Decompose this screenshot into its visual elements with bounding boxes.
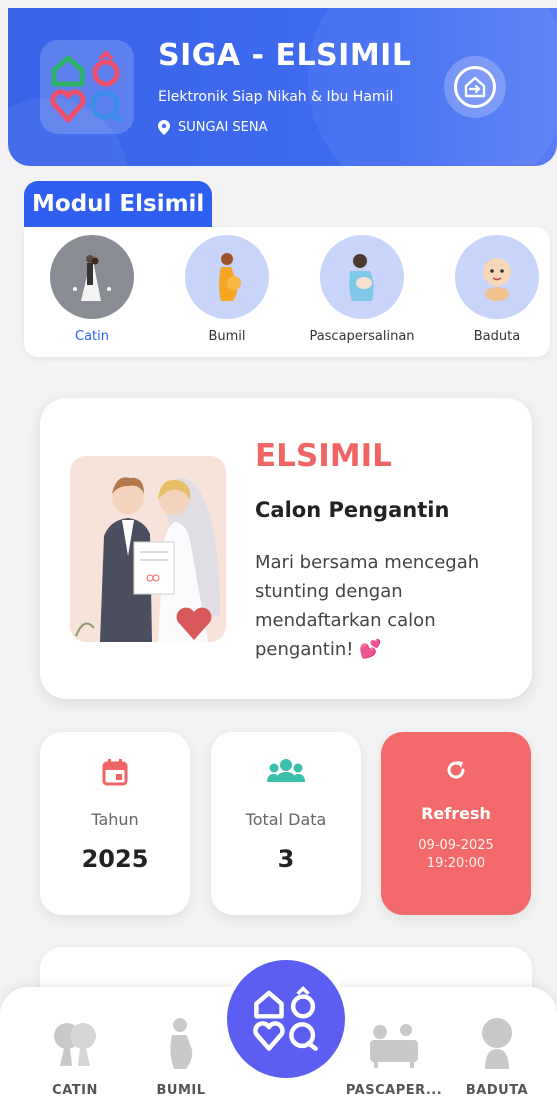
module-label: Baduta [473,329,521,344]
nav-bumil[interactable]: BUMIL [136,1015,226,1098]
nav-label: BUMIL [156,1083,206,1098]
hero-description: Mari bersama mencegah stunting dengan me… [255,552,480,660]
catin-hero-card: ELSIMIL Calon Pengantin Mari bersama men… [40,398,532,699]
home-fab-button[interactable] [222,955,350,1083]
nav-baduta[interactable]: BADUTA [452,1015,542,1098]
location-pin-icon [158,120,170,135]
users-icon [267,759,305,782]
baby-icon [455,235,539,319]
module-label: Pascapersalinan [309,329,415,344]
postpartum-icon [370,1024,418,1068]
module-baduta[interactable]: Baduta [437,235,557,344]
app-subtitle: Elektronik Siap Nikah & Ibu Hamil [158,89,394,105]
nav-label: CATIN [52,1083,98,1098]
couple-icon [54,1023,96,1066]
modul-heading: Modul Elsimil [24,181,213,227]
location-label: SUNGAI SENA [178,120,268,135]
refresh-date: 09-09-2025 [418,838,494,853]
year-card: Tahun 2025 [40,732,190,915]
siga-logo-icon [50,50,123,123]
year-value: 2025 [81,845,149,873]
hero-title: ELSIMIL [255,438,392,474]
module-catin[interactable]: Catin [32,235,152,344]
nav-label: BADUTA [465,1083,529,1098]
hero-subtitle: Calon Pengantin [255,498,450,522]
refresh-label: Refresh [421,804,491,823]
refresh-icon [447,761,465,779]
home-exit-icon [464,76,486,98]
logout-button[interactable] [444,56,506,118]
app-title: SIGA - ELSIMIL [158,38,412,73]
bride-groom-icon [50,235,134,319]
location: SUNGAI SENA [158,120,268,135]
module-pascapersalinan[interactable]: Pascapersalinan [302,235,422,344]
couple-illustration [70,456,226,642]
siga-logo-icon [253,985,318,1051]
total-data-value: 3 [277,845,295,873]
nav-label: PASCAPER... [345,1083,443,1098]
refresh-button[interactable]: Refresh 09-09-2025 19:20:00 [381,732,531,915]
modul-card: Catin Bumil Pascapersalinan Baduta [24,227,550,357]
calendar-icon [102,759,128,786]
app-logo [40,40,134,134]
refresh-timestamp: 09-09-2025 19:20:00 [381,837,531,873]
child-icon [482,1018,512,1069]
pregnant-woman-icon [185,235,269,319]
header-decoration [308,8,557,166]
pregnant-icon [170,1018,193,1069]
nav-pascapersalinan[interactable]: PASCAPER... [344,1015,444,1098]
total-data-card: Total Data 3 [211,732,361,915]
mother-baby-icon [320,235,404,319]
module-label: Bumil [208,329,246,344]
module-label: Catin [75,329,109,344]
total-data-label: Total Data [245,810,327,829]
nav-catin[interactable]: CATIN [30,1015,120,1098]
app-header: SIGA - ELSIMIL Elektronik Siap Nikah & I… [8,8,557,166]
module-bumil[interactable]: Bumil [167,235,287,344]
year-label: Tahun [91,810,139,829]
refresh-time: 19:20:00 [426,856,486,871]
